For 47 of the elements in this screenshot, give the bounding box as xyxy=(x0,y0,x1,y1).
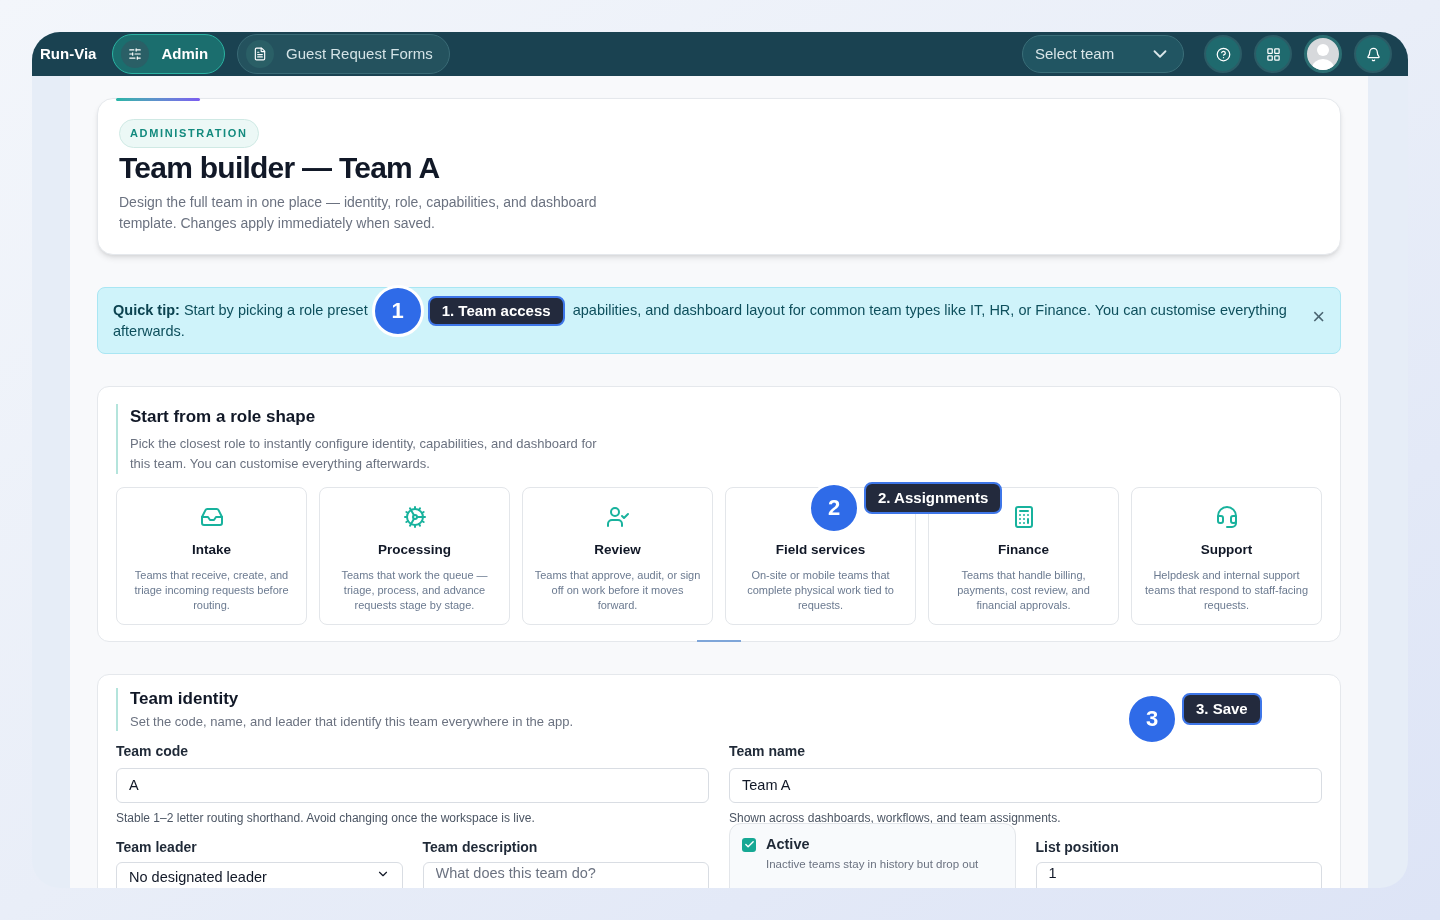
number-field[interactable]: 1 xyxy=(1035,861,1322,888)
step-label-tooltip: 2. Assignments xyxy=(864,481,1003,515)
document-icon xyxy=(253,47,268,61)
active-indicator xyxy=(697,639,741,642)
field-label: Team code xyxy=(116,741,190,761)
help-text: Shown across dashboards, workflows, and team assignments. xyxy=(729,809,1062,827)
role-card[interactable]: Review Teams that approve, audit, or sign off on work before it moves forward. xyxy=(522,486,713,625)
field-label: Team name xyxy=(729,741,806,761)
section-badge: ADMINISTRATION xyxy=(119,119,259,148)
apps-button[interactable] xyxy=(1254,35,1292,73)
leader-select[interactable]: No designated leader xyxy=(116,861,403,888)
step-label-tooltip: 3. Save xyxy=(1182,692,1262,726)
bell-icon xyxy=(1365,46,1381,62)
notifications-button[interactable] xyxy=(1354,35,1392,73)
headset-icon xyxy=(1214,504,1239,529)
role-card[interactable]: Intake Teams that receive, create, and triage incoming requests before routing. xyxy=(116,486,307,625)
step-label-tooltip: 1. Team access xyxy=(427,296,565,327)
nav-tab[interactable]: Admin xyxy=(112,34,226,74)
help-button[interactable] xyxy=(1204,35,1242,73)
team-select[interactable]: Select team xyxy=(1022,35,1184,73)
field-label: List position xyxy=(1035,837,1120,857)
section-title: Start from a role shape xyxy=(130,406,317,429)
role-card[interactable]: Support Helpdesk and internal support teams that respond to staff-facing requests. xyxy=(1131,486,1322,625)
section-subtitle: Set the code, name, and leader that identify this team everywhere in the app. xyxy=(130,712,573,731)
help-text: Stable 1–2 letter routing shorthand. Avoid changing once the workspace is live. xyxy=(116,809,536,827)
help-text: Inactive teams stay in history but drop out xyxy=(765,857,980,872)
user-check-icon xyxy=(605,504,630,529)
section-title: Team identity xyxy=(130,687,239,710)
grid-icon xyxy=(1265,46,1281,62)
step-number-tooltip: 1 xyxy=(371,285,424,338)
close-button[interactable]: × xyxy=(1312,306,1325,328)
checkbox-label: Active xyxy=(766,834,810,854)
help-icon xyxy=(1215,46,1231,62)
brand-name: Run-Via xyxy=(40,43,97,64)
sliders-icon xyxy=(128,47,143,61)
text-field[interactable]: What does this team do? xyxy=(422,861,709,888)
page-description: Design the full team in one place — identity, role, capabilities, and dashboard template. Changes apply immediately when saved. xyxy=(119,192,598,233)
field-label: Team description xyxy=(422,837,539,857)
section-subtitle: Pick the closest role to instantly configure identity, capabilities, and dashboard for this team. You can customise everything afterwards. xyxy=(130,434,598,473)
field-label: Team leader xyxy=(116,837,198,857)
text-field[interactable]: A xyxy=(116,767,709,803)
text-field[interactable]: Team A xyxy=(729,767,1322,803)
role-card[interactable]: Processing Teams that work the queue — triage, process, and advance requests stage by stage. xyxy=(319,486,510,625)
nav-tab[interactable]: Guest Request Forms xyxy=(237,34,450,74)
checkbox[interactable] xyxy=(742,837,756,852)
avatar[interactable] xyxy=(1304,35,1342,73)
page-title: Team builder — Team A xyxy=(119,149,441,186)
